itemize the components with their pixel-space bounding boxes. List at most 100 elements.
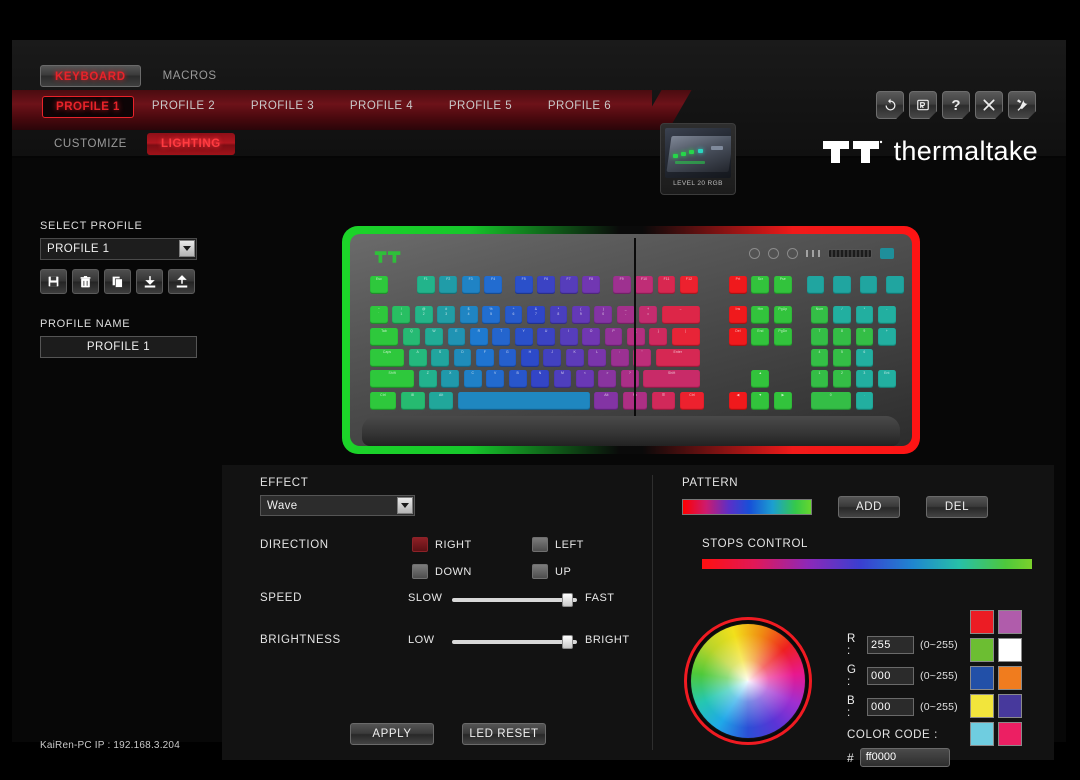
keyboard-key[interactable]: Ctrl — [680, 392, 704, 410]
keyboard-key[interactable]: ◀ — [729, 392, 747, 410]
color-swatch[interactable] — [998, 638, 1022, 662]
keyboard-key[interactable]: L — [588, 349, 606, 367]
keyboard-key[interactable]: N — [531, 370, 549, 388]
keyboard-key[interactable]: E — [448, 328, 466, 346]
keyboard-key[interactable]: (9 — [572, 306, 590, 324]
keyboard-key[interactable]: Caps — [370, 349, 404, 367]
tools-icon[interactable] — [1008, 91, 1036, 119]
keyboard-key[interactable]: End — [751, 328, 769, 346]
keyboard-key[interactable]: X — [441, 370, 459, 388]
keyboard-key[interactable]: 6 — [856, 349, 874, 367]
checkbox-up[interactable] — [532, 564, 548, 579]
keyboard-key[interactable]: V — [486, 370, 504, 388]
keyboard-key[interactable]: . — [856, 392, 874, 410]
keyboard-key[interactable]: Alt — [429, 392, 453, 410]
tab-profile-6[interactable]: PROFILE 6 — [530, 96, 629, 118]
brightness-slider-knob[interactable] — [562, 635, 573, 649]
pattern-preview-bar[interactable] — [682, 499, 812, 515]
keyboard-key[interactable]: F7 — [560, 276, 578, 294]
keyboard-key[interactable]: H — [521, 349, 539, 367]
speed-slider[interactable] — [452, 598, 577, 602]
keyboard-key[interactable]: B — [509, 370, 527, 388]
chevron-down-icon[interactable] — [397, 497, 413, 514]
color-swatch[interactable] — [998, 694, 1022, 718]
keyboard-key[interactable]: @2 — [415, 306, 433, 324]
keyboard-key[interactable]: PgDn — [774, 328, 792, 346]
direction-option-down[interactable]: DOWN — [412, 563, 472, 581]
keyboard-key[interactable]: C — [464, 370, 482, 388]
color-swatch[interactable] — [998, 666, 1022, 690]
keyboard-key[interactable]: $4 — [460, 306, 478, 324]
keyboard-key[interactable]: F12 — [680, 276, 698, 294]
keyboard-key[interactable]: { — [627, 328, 645, 346]
profile-name-input[interactable]: PROFILE 1 — [40, 336, 197, 358]
save-profile-button[interactable] — [40, 269, 67, 294]
brightness-slider[interactable] — [452, 640, 577, 644]
checkbox-left[interactable] — [532, 537, 548, 552]
keyboard-key[interactable]: PgUp — [774, 306, 792, 324]
keyboard-key[interactable]: Num — [811, 306, 829, 324]
keyboard-key[interactable]: Ins — [729, 306, 747, 324]
keyboard-key[interactable]: Del — [729, 328, 747, 346]
keyboard-key[interactable]: R — [470, 328, 488, 346]
keyboard-key[interactable]: Y — [515, 328, 533, 346]
keyboard-key[interactable]: Z — [419, 370, 437, 388]
tab-profile-4[interactable]: PROFILE 4 — [332, 96, 431, 118]
color-wheel[interactable] — [684, 617, 812, 745]
keyboard-key[interactable]: Scr — [751, 276, 769, 294]
color-code-input[interactable]: ff0000 — [860, 748, 950, 767]
chevron-down-icon[interactable] — [179, 240, 195, 257]
keyboard-key[interactable]: Alt — [594, 392, 618, 410]
keyboard-key[interactable]: J — [543, 349, 561, 367]
color-swatch[interactable] — [970, 610, 994, 634]
keyboard-key[interactable]: _- — [617, 306, 635, 324]
tab-customize[interactable]: CUSTOMIZE — [40, 133, 141, 155]
keyboard-key[interactable]: F11 — [658, 276, 676, 294]
keyboard-key[interactable]: S — [431, 349, 449, 367]
keyboard-key[interactable]: D — [454, 349, 472, 367]
green-input[interactable]: 000 — [867, 667, 914, 685]
keyboard-key[interactable]: - — [878, 306, 896, 324]
checkbox-right[interactable] — [412, 537, 428, 552]
tab-profile-2[interactable]: PROFILE 2 — [134, 96, 233, 118]
keyboard-key[interactable]: 0 — [811, 392, 851, 410]
tab-keyboard[interactable]: KEYBOARD — [40, 65, 141, 87]
keyboard-key[interactable]: ▲ — [751, 370, 769, 388]
keyboard-key[interactable]: F8 — [582, 276, 600, 294]
keyboard-key[interactable]: Prt — [729, 276, 747, 294]
keyboard-key[interactable]: F9 — [613, 276, 631, 294]
keyboard-key[interactable] — [860, 276, 878, 294]
delete-profile-button[interactable] — [72, 269, 99, 294]
keyboard-key[interactable]: W — [425, 328, 443, 346]
keyboard-key[interactable]: I — [560, 328, 578, 346]
del-pattern-button[interactable]: DEL — [926, 496, 988, 518]
tab-profile-1[interactable]: PROFILE 1 — [42, 96, 134, 118]
keyboard-key[interactable]: Q — [403, 328, 421, 346]
keyboard-key[interactable]: F2 — [439, 276, 457, 294]
keyboard-key[interactable]: ▶ — [774, 392, 792, 410]
keyboard-key[interactable]: ? — [621, 370, 639, 388]
speed-slider-knob[interactable] — [562, 593, 573, 607]
keyboard-key[interactable] — [458, 392, 590, 410]
tab-lighting[interactable]: LIGHTING — [147, 133, 235, 155]
keyboard-key[interactable]: T — [492, 328, 510, 346]
color-swatch[interactable] — [970, 666, 994, 690]
reset-r-icon[interactable] — [909, 91, 937, 119]
keyboard-key[interactable]: %5 — [482, 306, 500, 324]
keyboard-key[interactable]: F1 — [417, 276, 435, 294]
keyboard-key[interactable]: 1 — [811, 370, 829, 388]
keyboard-key[interactable]: #3 — [437, 306, 455, 324]
keyboard-key[interactable]: A — [409, 349, 427, 367]
keyboard-key[interactable]: Pse — [774, 276, 792, 294]
keyboard-key[interactable]: ← — [662, 306, 700, 324]
keyboard-key[interactable]: Shift — [370, 370, 414, 388]
color-swatch[interactable] — [998, 722, 1022, 746]
keyboard-key[interactable]: > — [598, 370, 616, 388]
keyboard-key[interactable]: ^6 — [505, 306, 523, 324]
direction-option-left[interactable]: LEFT — [532, 536, 584, 554]
tab-macros[interactable]: MACROS — [149, 65, 231, 87]
keyboard-key[interactable]: < — [576, 370, 594, 388]
keyboard-key[interactable]: )0 — [594, 306, 612, 324]
keyboard-key[interactable]: : — [611, 349, 629, 367]
add-pattern-button[interactable]: ADD — [838, 496, 900, 518]
